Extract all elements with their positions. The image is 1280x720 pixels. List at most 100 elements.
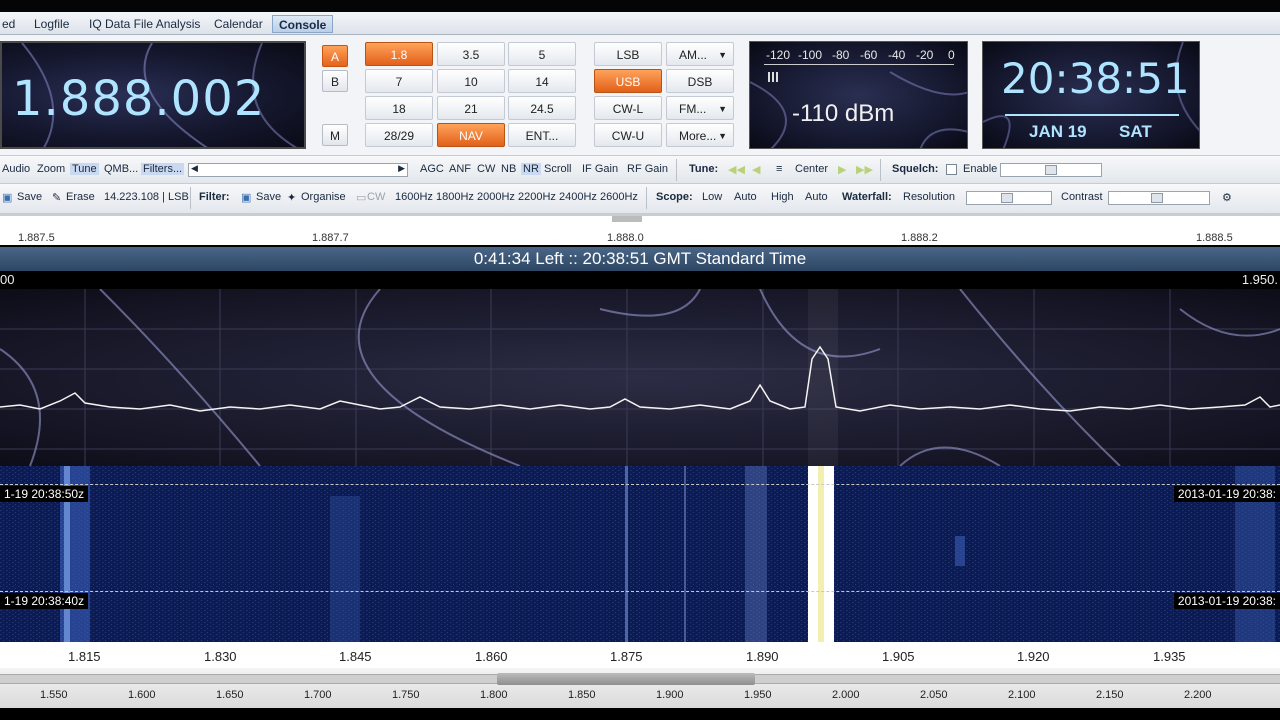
caret-down-icon: ▼ (718, 50, 727, 60)
save-filter-button[interactable]: Save (256, 191, 281, 203)
resolution-dropdown[interactable]: Resolution (903, 191, 955, 203)
tune-button[interactable]: Tune (70, 163, 99, 175)
scope-low-dropdown[interactable]: Low (702, 191, 722, 203)
if-gain-dropdown[interactable]: IF Gain (582, 163, 618, 175)
filter-2000[interactable]: 2000Hz (477, 191, 515, 203)
mode-cwl-button[interactable]: CW-L (594, 96, 662, 120)
center-button[interactable]: Center (795, 163, 828, 175)
tab-partial[interactable]: ed (0, 15, 21, 33)
rf-gain-dropdown[interactable]: RF Gain (627, 163, 668, 175)
tune-fast-right-icon[interactable]: ▶▶ (856, 163, 873, 176)
filter-2200[interactable]: 2200Hz (518, 191, 556, 203)
filter-2600[interactable]: 2600Hz (600, 191, 638, 203)
band-3-5-button[interactable]: 3.5 (437, 42, 505, 66)
caret-down-icon: ▼ (718, 131, 727, 141)
band-18-button[interactable]: 18 (365, 96, 433, 120)
axis-label: 1.935 (1153, 649, 1186, 664)
scope-high-auto[interactable]: Auto (805, 191, 828, 203)
signal-strength: -110 dBm (792, 100, 895, 127)
erase-button[interactable]: Erase (66, 191, 95, 203)
band-24-5-button[interactable]: 24.5 (508, 96, 576, 120)
scale-line (764, 64, 954, 65)
squelch-enable-checkbox[interactable] (946, 164, 957, 175)
arrow-left-icon[interactable]: ◀ (191, 163, 198, 174)
band-5-button[interactable]: 5 (508, 42, 576, 66)
overview-label: 1.900 (656, 689, 684, 701)
erase-icon: ✎ (52, 192, 62, 204)
cw-button[interactable]: CW (477, 163, 495, 175)
anf-button[interactable]: ANF (449, 163, 471, 175)
save-memory-button[interactable]: Save (17, 191, 42, 203)
waterfall-time-marker (0, 591, 1280, 592)
axis-label: 1.860 (475, 649, 508, 664)
mode-usb-button[interactable]: USB (594, 69, 662, 93)
axis-label: 1.845 (339, 649, 372, 664)
filter-1800[interactable]: 1800Hz (436, 191, 474, 203)
overview-scrollbar[interactable]: 1.550 1.600 1.650 1.700 1.750 1.800 1.85… (0, 668, 1280, 708)
tab-logfile[interactable]: Logfile (28, 15, 75, 33)
band-28-button[interactable]: 28/29 (365, 123, 433, 147)
fine-tune-ruler[interactable]: 1.887.5 1.887.7 1.888.0 1.888.2 1.888.5 (0, 213, 1280, 245)
nr-button[interactable]: NR (521, 163, 541, 175)
organise-button[interactable]: Organise (301, 191, 346, 203)
frequency-axis[interactable]: 1.815 1.830 1.845 1.860 1.875 1.890 1.90… (0, 642, 1280, 668)
slider-thumb[interactable] (1045, 165, 1057, 175)
nav-button[interactable]: NAV (437, 123, 505, 147)
frequency-display[interactable]: 1.888.002 (0, 41, 306, 149)
overview-label: 2.200 (1184, 689, 1212, 701)
ruler-handle[interactable] (612, 216, 642, 222)
band-7-button[interactable]: 7 (365, 69, 433, 93)
tab-calendar[interactable]: Calendar (208, 15, 269, 33)
slider-thumb[interactable] (1151, 193, 1163, 203)
mode-am-dropdown[interactable]: AM... ▼ (666, 42, 734, 66)
mode-more-dropdown[interactable]: More... ▼ (666, 123, 734, 147)
enter-button[interactable]: ENT... (508, 123, 576, 147)
audio-button[interactable]: Audio (2, 163, 30, 175)
qmb-button[interactable]: QMB... (104, 163, 138, 175)
band-14-button[interactable]: 14 (508, 69, 576, 93)
ruler-label: 1.888.2 (901, 232, 938, 244)
vfo-b-button[interactable]: B (322, 70, 348, 92)
spectrum-scope[interactable] (0, 289, 1280, 466)
tune-scrollbar[interactable]: ◀ ▶ (188, 163, 408, 177)
arrow-right-icon[interactable]: ▶ (398, 163, 405, 174)
scale-tick: -80 (832, 48, 850, 62)
tab-iq-data[interactable]: IQ Data File Analysis (83, 15, 206, 33)
overview-thumb[interactable] (497, 673, 755, 685)
waterfall-settings-icon[interactable]: ⚙ (1222, 191, 1232, 204)
mode-cwu-button[interactable]: CW-U (594, 123, 662, 147)
mode-fm-dropdown[interactable]: FM... ▼ (666, 96, 734, 120)
cw-filter-button[interactable]: CW (367, 191, 385, 203)
center-icon: ≡ (776, 163, 783, 175)
tune-left-icon[interactable]: ◀ (752, 163, 760, 176)
waterfall-display[interactable]: 1-19 20:38:50z 2013-01-19 20:38: 1-19 20… (0, 466, 1280, 642)
band-10-button[interactable]: 10 (437, 69, 505, 93)
squelch-slider[interactable] (1000, 163, 1102, 177)
frequency-value: 1.888.002 (12, 71, 266, 127)
mode-dsb-button[interactable]: DSB (666, 69, 734, 93)
nb-button[interactable]: NB (501, 163, 516, 175)
contrast-slider[interactable] (1108, 191, 1210, 205)
band-1-8-button[interactable]: 1.8 (365, 42, 433, 66)
tab-console[interactable]: Console (272, 15, 334, 33)
scroll-dropdown[interactable]: Scroll (544, 163, 572, 175)
memory-button[interactable]: M (322, 124, 348, 146)
filter-1600[interactable]: 1600Hz (395, 191, 433, 203)
vfo-a-button[interactable]: A (322, 45, 348, 67)
tune-right-icon[interactable]: ▶ (838, 163, 846, 176)
tune-fast-left-icon[interactable]: ◀◀ (728, 163, 745, 176)
scope-low-auto[interactable]: Auto (734, 191, 757, 203)
scope-high-dropdown[interactable]: High (771, 191, 794, 203)
slider-thumb[interactable] (1001, 193, 1013, 203)
filter-2400[interactable]: 2400Hz (559, 191, 597, 203)
filters-button[interactable]: Filters... (141, 163, 185, 175)
band-21-button[interactable]: 21 (437, 96, 505, 120)
ruler-label: 1.888.5 (1196, 232, 1233, 244)
resolution-slider[interactable] (966, 191, 1052, 205)
waterfall-time-right: 2013-01-19 20:38: (1173, 593, 1280, 609)
axis-label: 1.920 (1017, 649, 1050, 664)
zoom-button[interactable]: Zoom (37, 163, 65, 175)
memory-entry[interactable]: 14.223.108 | LSB (104, 191, 189, 203)
agc-button[interactable]: AGC (420, 163, 444, 175)
mode-lsb-button[interactable]: LSB (594, 42, 662, 66)
